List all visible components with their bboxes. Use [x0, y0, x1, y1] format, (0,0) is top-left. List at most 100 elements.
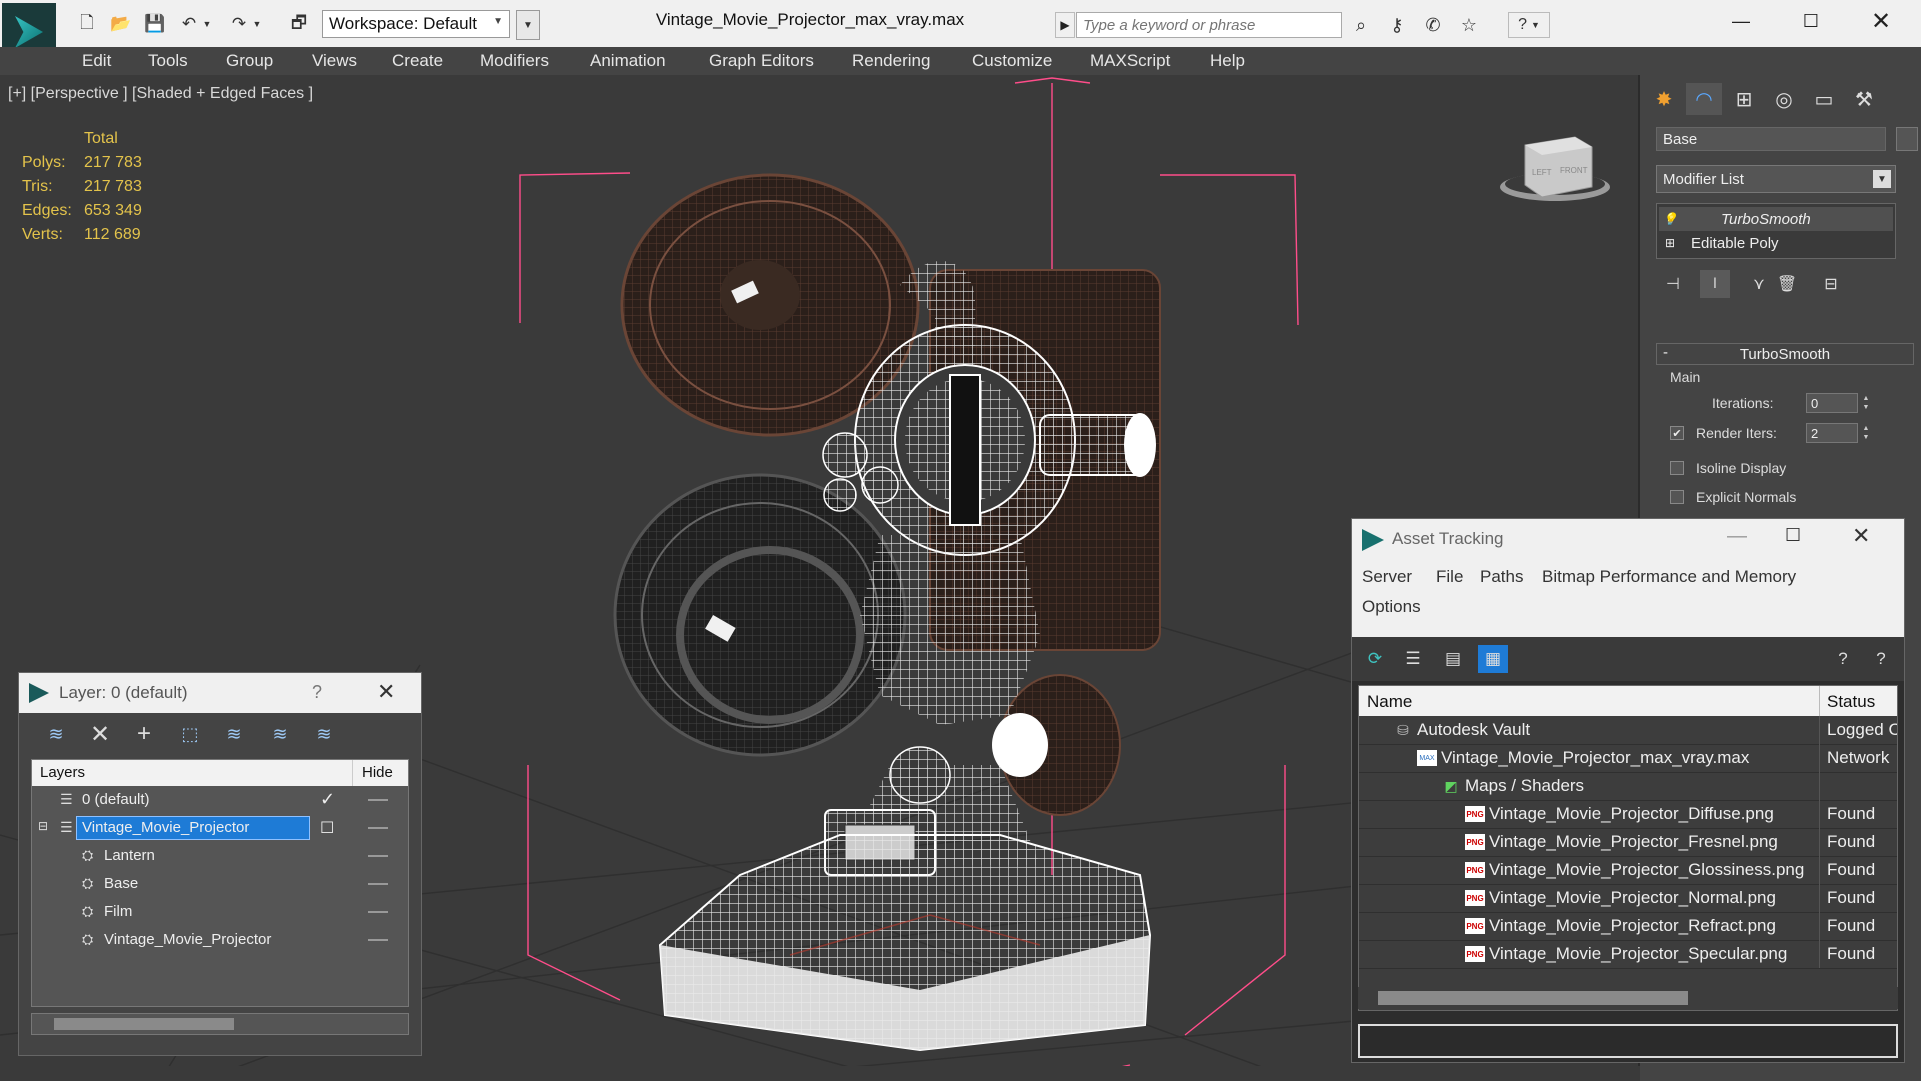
- close-window-button[interactable]: ✕: [1856, 6, 1906, 36]
- layer-row-default[interactable]: ☰ 0 (default) ✓: [32, 786, 408, 814]
- menu-edit[interactable]: Edit: [82, 51, 111, 71]
- current-layer-check-icon[interactable]: ✓: [320, 789, 335, 810]
- hierarchy-tab-icon[interactable]: ⊞: [1726, 83, 1762, 115]
- scrollbar-thumb[interactable]: [1378, 991, 1688, 1005]
- iterations-spinner[interactable]: 0: [1806, 393, 1858, 413]
- hide-toggle[interactable]: [368, 827, 388, 829]
- help-button[interactable]: ? ▼: [1508, 12, 1550, 38]
- horizontal-scrollbar[interactable]: [1358, 987, 1898, 1009]
- asset-row-vault[interactable]: ⛁ Autodesk Vault Logged C: [1359, 716, 1897, 745]
- render-iters-checkbox[interactable]: ✔: [1670, 426, 1684, 440]
- menu-views[interactable]: Views: [312, 51, 357, 71]
- collapse-minus-icon[interactable]: ⊟: [38, 819, 48, 833]
- menu-graph-editors[interactable]: Graph Editors: [709, 51, 814, 71]
- layer-row-projector-object[interactable]: ⛭ Vintage_Movie_Projector: [32, 926, 408, 954]
- expand-plus-icon[interactable]: ⊞: [1659, 236, 1681, 250]
- save-icon[interactable]: 💾: [142, 12, 168, 36]
- menu-file[interactable]: File: [1436, 567, 1463, 587]
- menu-maxscript[interactable]: MAXScript: [1090, 51, 1170, 71]
- create-tab-icon[interactable]: ✸: [1646, 83, 1682, 115]
- scrollbar-thumb[interactable]: [54, 1018, 234, 1030]
- set-current-layer-icon[interactable]: ≋: [265, 719, 295, 749]
- horizontal-scrollbar[interactable]: [31, 1013, 409, 1035]
- hide-toggle[interactable]: [368, 939, 388, 941]
- menu-modifiers[interactable]: Modifiers: [480, 51, 549, 71]
- list-view-icon[interactable]: ☰: [1398, 645, 1428, 673]
- viewcube[interactable]: LEFT FRONT: [1500, 136, 1610, 201]
- spinner-arrows-icon[interactable]: ▲ ▼: [1860, 393, 1872, 413]
- menu-animation[interactable]: Animation: [590, 51, 666, 71]
- select-objects-icon[interactable]: ⬚: [175, 719, 205, 749]
- isoline-display-checkbox[interactable]: [1670, 461, 1684, 475]
- turbosmooth-rollout-header[interactable]: - TurboSmooth: [1656, 343, 1914, 365]
- modifier-list-dropdown[interactable]: Modifier List ▼: [1656, 165, 1896, 193]
- maximize-icon[interactable]: ☐: [1785, 525, 1801, 546]
- search-input[interactable]: [1076, 12, 1342, 38]
- layer-row-vintage-movie-projector[interactable]: ⊟ ☰ Vintage_Movie_Projector ☐: [32, 814, 408, 842]
- workspace-menu-button[interactable]: ▼: [516, 10, 540, 40]
- asset-row-maps-shaders[interactable]: ◩ Maps / Shaders: [1359, 772, 1897, 801]
- layer-settings-icon[interactable]: ≋: [309, 719, 339, 749]
- hide-toggle[interactable]: [368, 883, 388, 885]
- highlight-selected-icon[interactable]: ≋: [219, 719, 249, 749]
- help-icon[interactable]: ?: [312, 682, 322, 703]
- asset-dialog-titlebar[interactable]: Asset Tracking — ☐ ✕: [1352, 519, 1904, 559]
- menu-server[interactable]: Server: [1362, 567, 1412, 587]
- configure-modifier-sets-icon[interactable]: ⊟: [1816, 270, 1846, 298]
- asset-path-field[interactable]: [1358, 1024, 1898, 1058]
- workspace-selector[interactable]: Workspace: Default ▼: [322, 10, 510, 38]
- render-iters-spinner[interactable]: 2: [1806, 423, 1858, 443]
- redo-dropdown-icon[interactable]: ▼: [250, 12, 264, 36]
- context-help-icon[interactable]: ?: [1866, 645, 1896, 673]
- menu-paths[interactable]: Paths: [1480, 567, 1523, 587]
- menu-rendering[interactable]: Rendering: [852, 51, 930, 71]
- undo-dropdown-icon[interactable]: ▼: [200, 12, 214, 36]
- menu-group[interactable]: Group: [226, 51, 273, 71]
- menu-bitmap-performance[interactable]: Bitmap Performance and Memory: [1542, 567, 1796, 587]
- close-icon[interactable]: ✕: [377, 679, 395, 705]
- hide-toggle[interactable]: [368, 855, 388, 857]
- undo-icon[interactable]: ↶: [176, 12, 202, 36]
- create-layer-icon[interactable]: ≋: [41, 719, 71, 749]
- make-unique-icon[interactable]: ⋎: [1744, 270, 1774, 298]
- layer-row-lantern[interactable]: ⛭ Lantern: [32, 842, 408, 870]
- asset-row-normal[interactable]: PNG Vintage_Movie_Projector_Normal.png F…: [1359, 884, 1897, 913]
- minimize-window-button[interactable]: —: [1716, 6, 1766, 36]
- object-color-swatch[interactable]: [1896, 127, 1918, 151]
- menu-customize[interactable]: Customize: [972, 51, 1052, 71]
- delete-layer-icon[interactable]: ✕: [85, 719, 115, 749]
- asset-row-fresnel[interactable]: PNG Vintage_Movie_Projector_Fresnel.png …: [1359, 828, 1897, 857]
- modify-tab-icon[interactable]: ◠: [1686, 83, 1722, 115]
- open-file-icon[interactable]: 📂: [108, 12, 134, 36]
- refresh-icon[interactable]: ⟳: [1360, 645, 1390, 673]
- add-to-layer-icon[interactable]: +: [129, 719, 159, 749]
- set-current-box-icon[interactable]: ☐: [320, 818, 334, 838]
- help-icon[interactable]: ?: [1828, 645, 1858, 673]
- favorites-star-icon[interactable]: ☆: [1455, 12, 1483, 38]
- motion-tab-icon[interactable]: ◎: [1766, 83, 1802, 115]
- stack-item-turbosmooth[interactable]: 💡 TurboSmooth: [1659, 207, 1893, 231]
- key-icon[interactable]: ⚷: [1383, 12, 1411, 38]
- thumbnail-view-icon[interactable]: ▤: [1438, 645, 1468, 673]
- asset-row-diffuse[interactable]: PNG Vintage_Movie_Projector_Diffuse.png …: [1359, 800, 1897, 829]
- communication-center-icon[interactable]: ✆: [1419, 12, 1447, 38]
- display-tab-icon[interactable]: ▭: [1806, 83, 1842, 115]
- explicit-normals-checkbox[interactable]: [1670, 490, 1684, 504]
- redo-icon[interactable]: ↷: [226, 12, 252, 36]
- menu-help[interactable]: Help: [1210, 51, 1245, 71]
- layer-row-film[interactable]: ⛭ Film: [32, 898, 408, 926]
- hide-toggle[interactable]: [368, 799, 388, 801]
- search-expand-icon[interactable]: ▶: [1055, 12, 1075, 38]
- hide-toggle[interactable]: [368, 911, 388, 913]
- utilities-tab-icon[interactable]: ⚒: [1846, 83, 1882, 115]
- project-folder-icon[interactable]: 🗗: [286, 12, 312, 36]
- pin-stack-icon[interactable]: ⊣: [1658, 270, 1688, 298]
- minimize-icon[interactable]: —: [1727, 525, 1747, 548]
- layer-dialog-titlebar[interactable]: Layer: 0 (default) ? ✕: [19, 673, 421, 713]
- binoculars-icon[interactable]: ⌕: [1347, 12, 1375, 38]
- menu-tools[interactable]: Tools: [148, 51, 188, 71]
- table-view-icon[interactable]: ▦: [1478, 645, 1508, 673]
- column-hide[interactable]: Hide: [362, 764, 393, 781]
- object-name-field[interactable]: Base: [1656, 127, 1886, 151]
- column-name[interactable]: Name: [1367, 692, 1412, 712]
